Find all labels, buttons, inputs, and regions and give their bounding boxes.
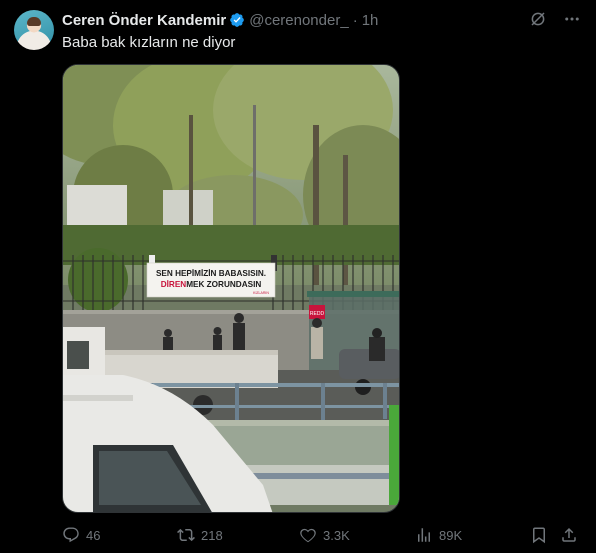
banner-signature: KIZLARIN [253,291,269,295]
repost-button[interactable]: 218 [177,524,223,546]
reply-button[interactable]: 46 [62,524,100,546]
reply-icon [63,527,79,543]
tweet-header: Ceren Önder Kandemir @cerenonder_ · 1h [62,11,378,29]
repost-icon [177,528,195,542]
timestamp[interactable]: 1h [362,12,379,29]
views-count: 89K [439,527,463,543]
like-icon [300,528,316,543]
verified-badge-icon [229,12,245,28]
tweet-photo[interactable]: REDD SEN HEPİMİZİN BABASISIN. DİRENMEK Z… [62,64,400,513]
banner-line-2-red: DİREN [161,279,187,289]
author-name[interactable]: Ceren Önder Kandemir [62,12,226,29]
banner-line-2: DİRENMEK ZORUNDASIN [161,279,262,289]
tweet-text: Baba bak kızların ne diyor [62,34,236,51]
reply-count: 46 [86,527,101,543]
share-button[interactable] [560,524,578,546]
bookmark-icon [533,527,545,544]
like-count: 3.3K [323,527,350,543]
repost-count: 218 [201,527,223,543]
tweet-card[interactable]: Ceren Önder Kandemir @cerenonder_ · 1h B… [0,0,596,553]
more-icon[interactable] [562,9,582,29]
banner-line-2-rest: MEK ZORUNDASIN [186,280,261,289]
bookmark-button[interactable] [530,524,548,546]
views-icon [418,528,430,542]
tweet-actions: 46 218 3.3K 89K [62,524,582,548]
share-icon [562,527,576,542]
author-handle[interactable]: @cerenonder_ [249,12,348,29]
banner-line-1: SEN HEPİMİZİN BABASISIN. [156,268,266,278]
tweet-top-actions [528,9,582,29]
avatar[interactable] [14,10,54,50]
separator-dot: · [352,11,358,29]
views-button[interactable]: 89K [415,524,462,546]
grok-icon[interactable] [528,9,548,29]
bus-stop-sign-text: REDD [310,311,325,317]
like-button[interactable]: 3.3K [299,524,350,546]
